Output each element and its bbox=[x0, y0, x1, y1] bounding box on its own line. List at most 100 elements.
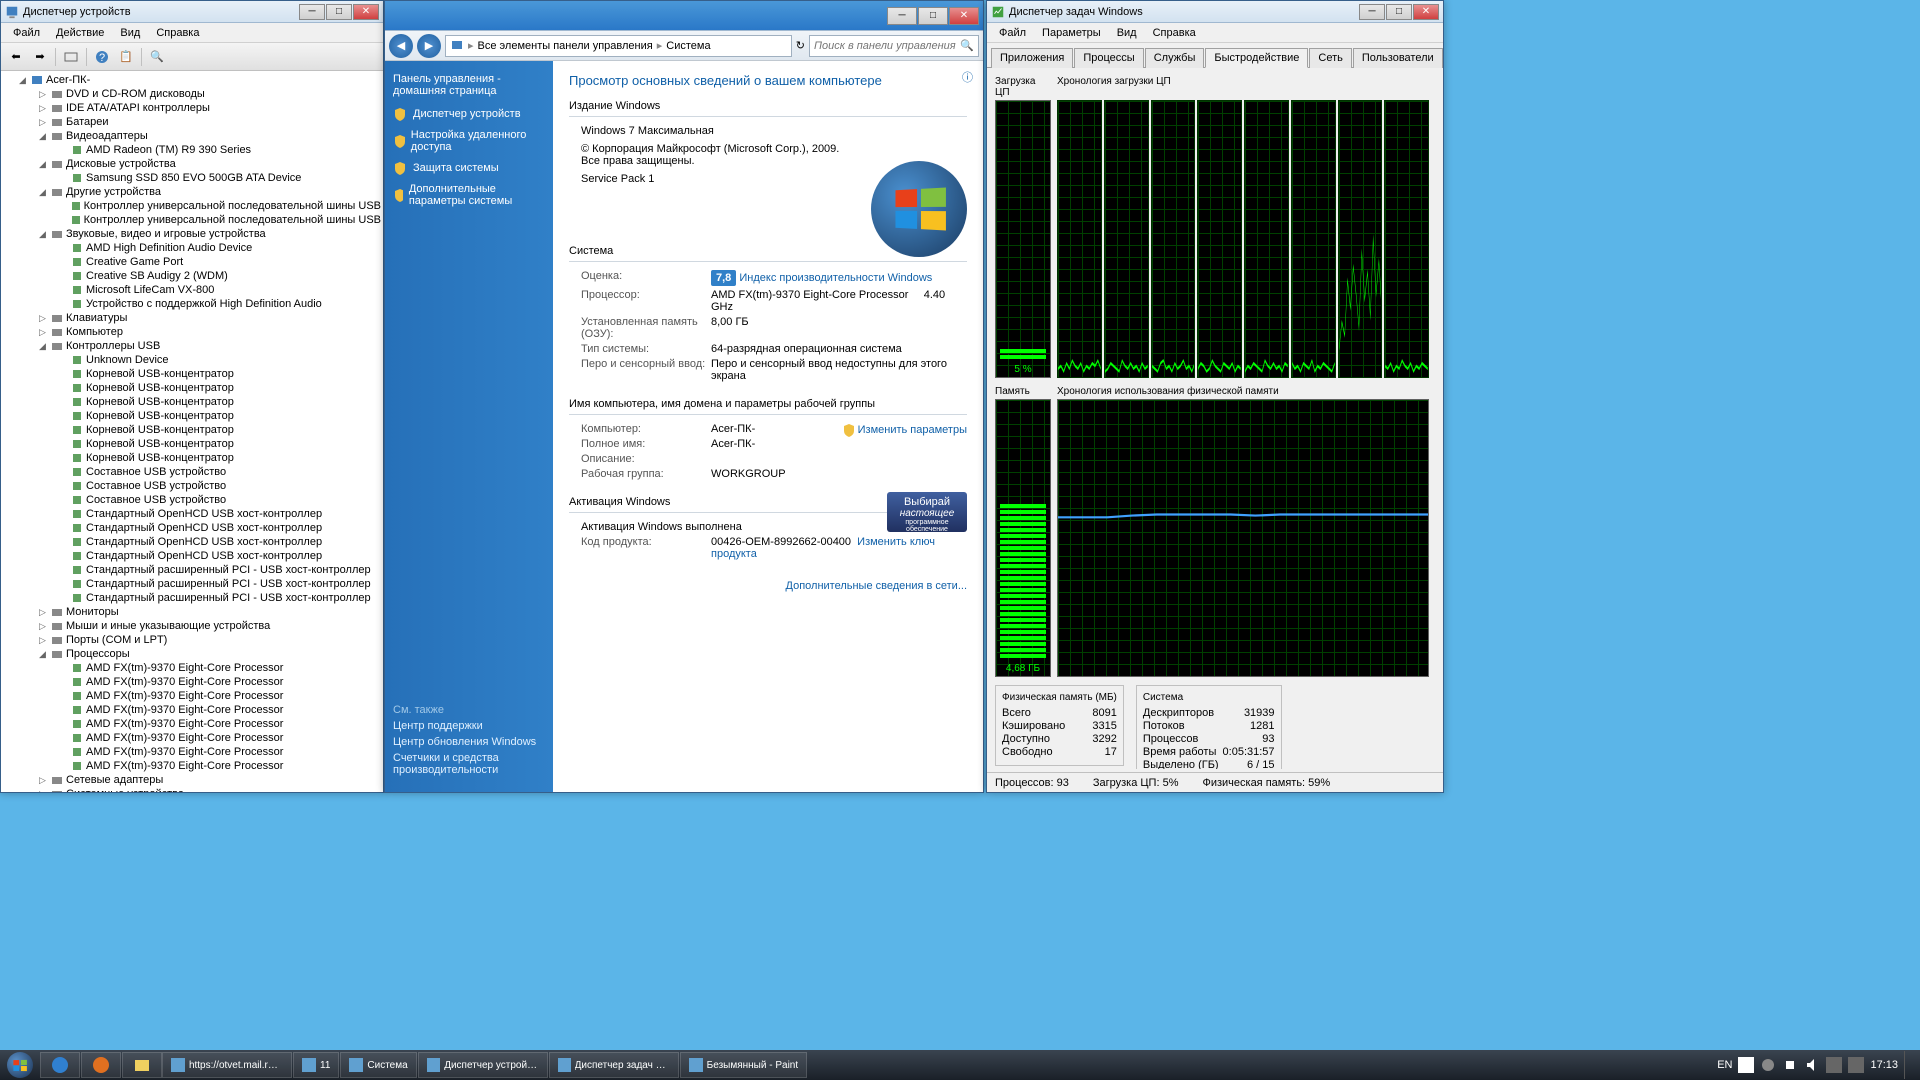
tree-device[interactable]: Корневой USB-концентратор bbox=[3, 367, 381, 381]
tab-4[interactable]: Сеть bbox=[1309, 48, 1351, 68]
pinned-ie[interactable] bbox=[40, 1052, 80, 1078]
crumb-system[interactable]: Система bbox=[666, 40, 710, 52]
back-button[interactable]: ⬅ bbox=[5, 46, 27, 68]
tree-category[interactable]: ◢Дисковые устройства bbox=[3, 157, 381, 171]
refresh-button[interactable]: ↻ bbox=[796, 39, 805, 52]
sidebar-link[interactable]: Диспетчер устройств bbox=[393, 107, 545, 121]
footer-link[interactable]: Счетчики и средства производительности bbox=[393, 752, 553, 776]
tree-device[interactable]: Составное USB устройство bbox=[3, 479, 381, 493]
tab-5[interactable]: Пользователи bbox=[1353, 48, 1443, 68]
titlebar[interactable]: ─ □ ✕ bbox=[385, 1, 983, 31]
sidebar-link[interactable]: Дополнительные параметры системы bbox=[393, 183, 545, 207]
tree-device[interactable]: Корневой USB-концентратор bbox=[3, 409, 381, 423]
tree-device[interactable]: Стандартный OpenHCD USB хост-контроллер bbox=[3, 549, 381, 563]
tree-device[interactable]: Контроллер универсальной последовательно… bbox=[3, 213, 381, 227]
tree-device[interactable]: Стандартный расширенный PCI - USB хост-к… bbox=[3, 563, 381, 577]
menu-options[interactable]: Параметры bbox=[1034, 25, 1109, 41]
start-button[interactable] bbox=[0, 1050, 40, 1080]
menu-view[interactable]: Вид bbox=[112, 25, 148, 41]
help-icon[interactable]: ⓘ bbox=[962, 69, 973, 85]
minimize-button[interactable]: ─ bbox=[887, 7, 917, 25]
menu-view[interactable]: Вид bbox=[1109, 25, 1145, 41]
tree-device[interactable]: AMD FX(tm)-9370 Eight-Core Processor bbox=[3, 759, 381, 773]
tree-device[interactable]: Составное USB устройство bbox=[3, 465, 381, 479]
back-button[interactable]: ◀ bbox=[389, 34, 413, 58]
tray-icon[interactable] bbox=[1760, 1057, 1776, 1073]
sidebar-link[interactable]: Настройка удаленного доступа bbox=[393, 129, 545, 153]
tree-device[interactable]: Устройство с поддержкой High Definition … bbox=[3, 297, 381, 311]
tree-device[interactable]: Unknown Device bbox=[3, 353, 381, 367]
tree-category[interactable]: ▷Батареи bbox=[3, 115, 381, 129]
help-button[interactable]: ? bbox=[91, 46, 113, 68]
tree-device[interactable]: AMD FX(tm)-9370 Eight-Core Processor bbox=[3, 689, 381, 703]
tree-device[interactable]: Стандартный расширенный PCI - USB хост-к… bbox=[3, 591, 381, 605]
tree-category[interactable]: ◢Звуковые, видео и игровые устройства bbox=[3, 227, 381, 241]
tree-device[interactable]: Creative Game Port bbox=[3, 255, 381, 269]
tree-category[interactable]: ▷IDE ATA/ATAPI контроллеры bbox=[3, 101, 381, 115]
tree-device[interactable]: AMD High Definition Audio Device bbox=[3, 241, 381, 255]
taskbar-item[interactable]: 11 bbox=[293, 1052, 339, 1078]
minimize-button[interactable]: ─ bbox=[1359, 4, 1385, 20]
pinned-explorer[interactable] bbox=[122, 1052, 162, 1078]
tree-root[interactable]: ◢Acer-ПК- bbox=[3, 73, 381, 87]
change-settings-link[interactable]: Изменить параметры bbox=[842, 423, 967, 437]
tree-category[interactable]: ◢Процессоры bbox=[3, 647, 381, 661]
forward-button[interactable]: ▶ bbox=[417, 34, 441, 58]
crumb-control-panel[interactable]: Все элементы панели управления bbox=[478, 40, 653, 52]
taskbar-item[interactable]: https://otvet.mail.ru… bbox=[162, 1052, 292, 1078]
close-button[interactable]: ✕ bbox=[1413, 4, 1439, 20]
tree-device[interactable]: Корневой USB-концентратор bbox=[3, 437, 381, 451]
tree-category[interactable]: ▷Клавиатуры bbox=[3, 311, 381, 325]
tree-device[interactable]: Creative SB Audigy 2 (WDM) bbox=[3, 269, 381, 283]
tree-device[interactable]: Microsoft LifeCam VX-800 bbox=[3, 283, 381, 297]
tree-category[interactable]: ▷Сетевые адаптеры bbox=[3, 773, 381, 787]
tree-category[interactable]: ▷Мыши и иные указывающие устройства bbox=[3, 619, 381, 633]
tray-icon[interactable] bbox=[1826, 1057, 1842, 1073]
wei-link[interactable]: Индекс производительности Windows bbox=[739, 272, 932, 284]
forward-button[interactable]: ➡ bbox=[29, 46, 51, 68]
tree-category[interactable]: ▷Компьютер bbox=[3, 325, 381, 339]
tree-device[interactable]: Корневой USB-концентратор bbox=[3, 395, 381, 409]
flag-icon[interactable] bbox=[1738, 1057, 1754, 1073]
close-button[interactable]: ✕ bbox=[353, 4, 379, 20]
genuine-badge[interactable]: Выбирай настоящее программное обеспечени… bbox=[887, 492, 967, 532]
tree-device[interactable]: AMD FX(tm)-9370 Eight-Core Processor bbox=[3, 745, 381, 759]
tree-device[interactable]: AMD FX(tm)-9370 Eight-Core Processor bbox=[3, 703, 381, 717]
sidebar-link[interactable]: Защита системы bbox=[393, 161, 545, 175]
language-indicator[interactable]: EN bbox=[1717, 1059, 1732, 1071]
show-desktop-button[interactable] bbox=[1904, 1051, 1912, 1079]
tree-category[interactable]: ◢Другие устройства bbox=[3, 185, 381, 199]
sidebar-title[interactable]: Панель управления - домашняя страница bbox=[393, 73, 545, 97]
breadcrumb[interactable]: ▸ Все элементы панели управления ▸ Систе… bbox=[445, 35, 792, 57]
tree-category[interactable]: ◢Контроллеры USB bbox=[3, 339, 381, 353]
show-hidden-button[interactable] bbox=[60, 46, 82, 68]
taskbar-item[interactable]: Система bbox=[340, 1052, 416, 1078]
tray-icon[interactable] bbox=[1848, 1057, 1864, 1073]
maximize-button[interactable]: □ bbox=[1386, 4, 1412, 20]
device-tree[interactable]: ◢Acer-ПК-▷DVD и CD-ROM дисководы▷IDE ATA… bbox=[1, 71, 383, 792]
footer-link[interactable]: Центр обновления Windows bbox=[393, 736, 553, 748]
more-info-link[interactable]: Дополнительные сведения в сети... bbox=[786, 580, 968, 592]
taskbar-item[interactable]: Диспетчер устройств bbox=[418, 1052, 548, 1078]
menu-help[interactable]: Справка bbox=[148, 25, 207, 41]
footer-link[interactable]: Центр поддержки bbox=[393, 720, 553, 732]
tree-device[interactable]: Составное USB устройство bbox=[3, 493, 381, 507]
tree-device[interactable]: AMD FX(tm)-9370 Eight-Core Processor bbox=[3, 675, 381, 689]
minimize-button[interactable]: ─ bbox=[299, 4, 325, 20]
menu-action[interactable]: Действие bbox=[48, 25, 112, 41]
maximize-button[interactable]: □ bbox=[326, 4, 352, 20]
pinned-firefox[interactable] bbox=[81, 1052, 121, 1078]
tree-category[interactable]: ▷Системные устройства bbox=[3, 787, 381, 792]
tree-device[interactable]: Контроллер универсальной последовательно… bbox=[3, 199, 381, 213]
tree-device[interactable]: Стандартный OpenHCD USB хост-контроллер bbox=[3, 535, 381, 549]
tab-1[interactable]: Процессы bbox=[1074, 48, 1143, 68]
taskbar-item[interactable]: Безымянный - Paint bbox=[680, 1052, 807, 1078]
tree-device[interactable]: Корневой USB-концентратор bbox=[3, 423, 381, 437]
tree-category[interactable]: ▷Порты (COM и LPT) bbox=[3, 633, 381, 647]
tree-category[interactable]: ▷DVD и CD-ROM дисководы bbox=[3, 87, 381, 101]
properties-button[interactable]: 📋 bbox=[115, 46, 137, 68]
tab-3[interactable]: Быстродействие bbox=[1205, 48, 1308, 68]
maximize-button[interactable]: □ bbox=[918, 7, 948, 25]
tree-device[interactable]: Samsung SSD 850 EVO 500GB ATA Device bbox=[3, 171, 381, 185]
tree-device[interactable]: AMD FX(tm)-9370 Eight-Core Processor bbox=[3, 717, 381, 731]
